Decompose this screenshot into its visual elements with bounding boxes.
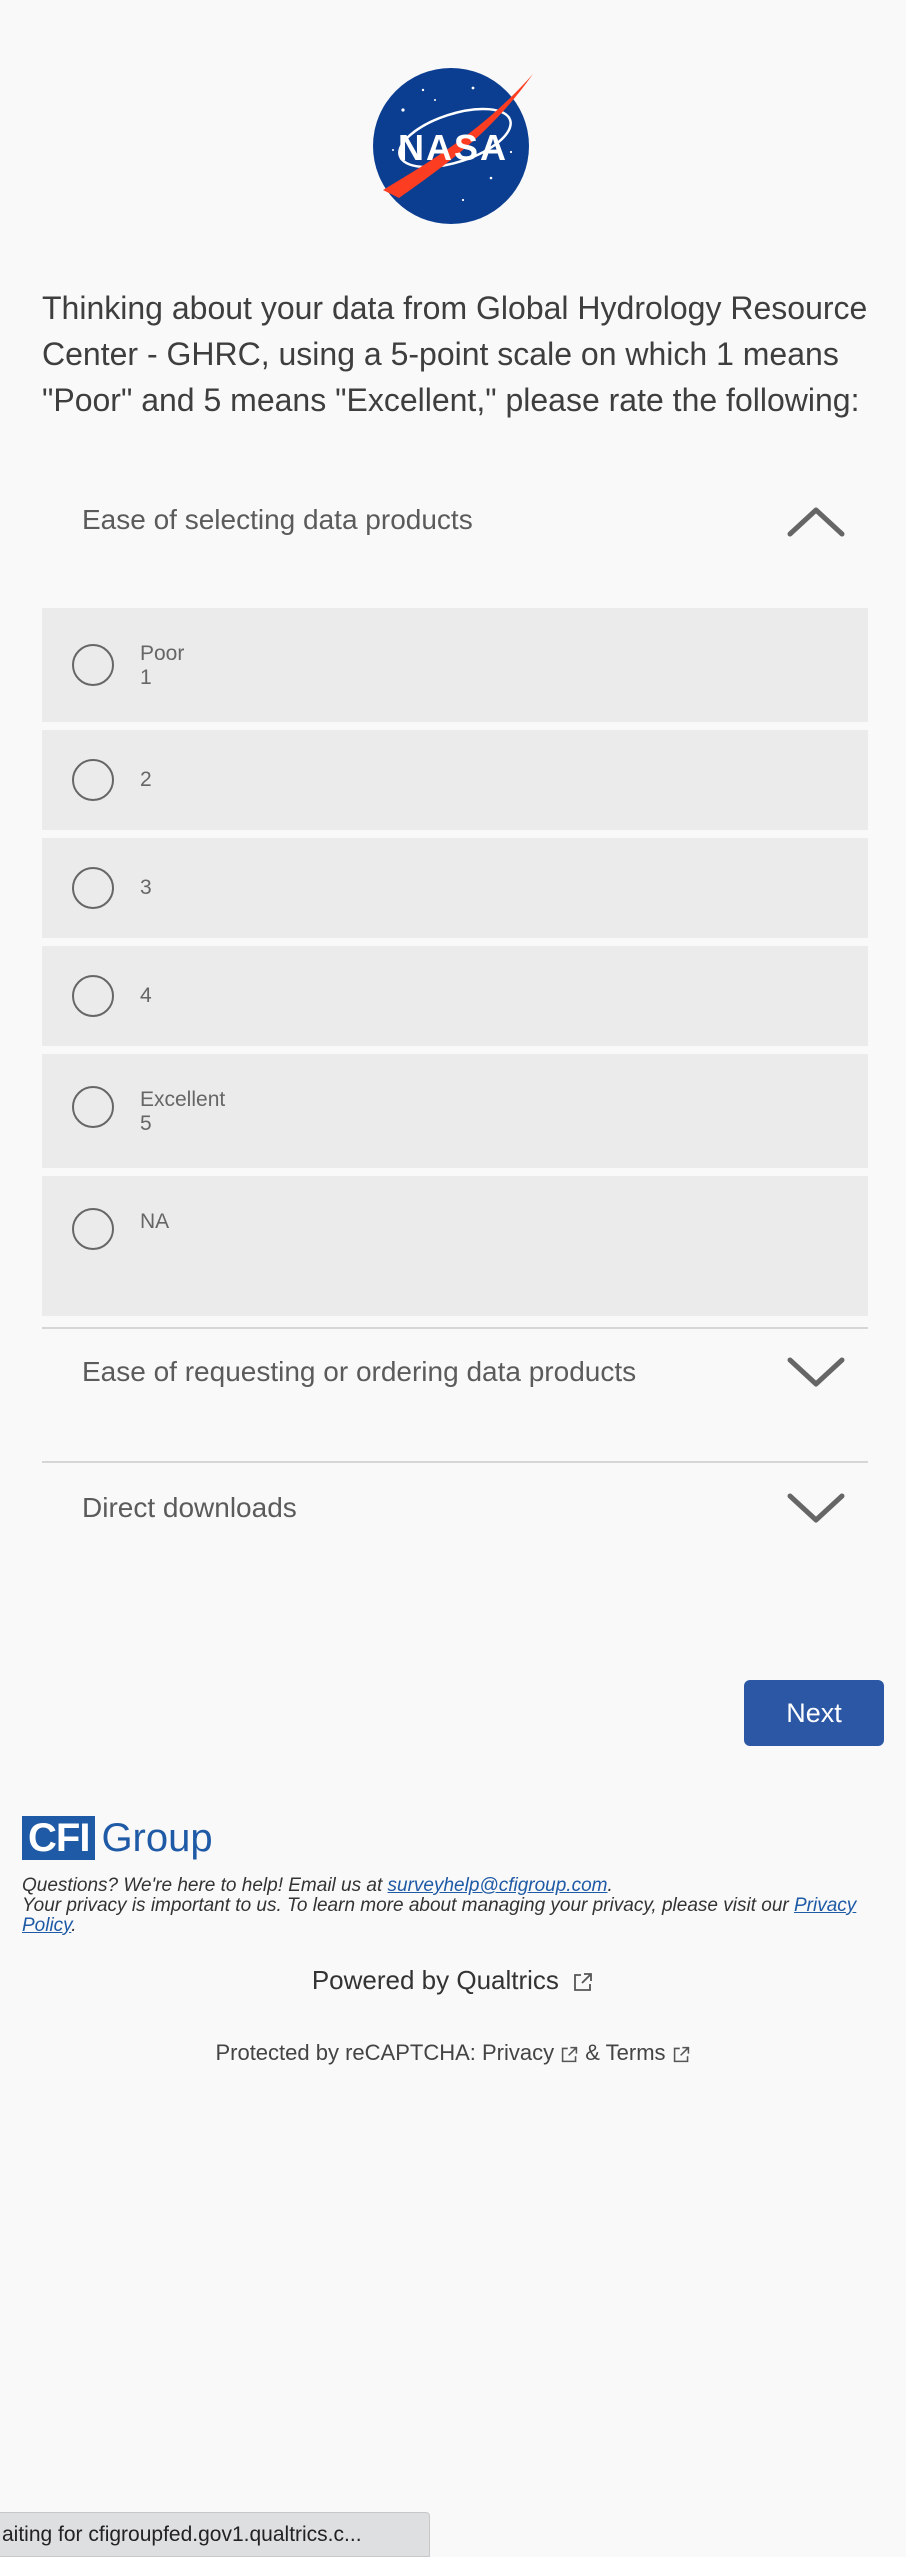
option-na[interactable]: NA xyxy=(42,1176,868,1316)
accordion-label: Ease of selecting data products xyxy=(82,504,473,535)
recaptcha-prefix: Protected by reCAPTCHA: xyxy=(215,2040,482,2065)
accordion-label: Direct downloads xyxy=(82,1492,297,1523)
radio-button[interactable] xyxy=(72,1208,114,1250)
privacy-suffix: . xyxy=(71,1915,77,1936)
chevron-down-icon[interactable] xyxy=(786,1354,846,1390)
external-link-icon xyxy=(574,1973,593,1992)
cfi-group-logo: CFI Group xyxy=(22,1813,213,1863)
browser-status-bar: aiting for cfigroupfed.gov1.qualtrics.c.… xyxy=(0,2512,430,2557)
option-value: 1 xyxy=(140,666,152,689)
powered-by-qualtrics[interactable]: Powered by Qualtrics xyxy=(0,1965,906,1996)
accordion-item-ordering[interactable]: Ease of requesting or ordering data prod… xyxy=(42,1309,868,1435)
nasa-logo-text: NASA xyxy=(398,127,508,168)
recaptcha-terms-link[interactable]: Terms xyxy=(606,2040,666,2065)
accordion-header-downloads[interactable]: Direct downloads xyxy=(42,1445,868,1571)
radio-button[interactable] xyxy=(72,759,114,801)
nasa-logo: NASA xyxy=(0,60,906,235)
radio-button[interactable] xyxy=(72,867,114,909)
radio-button[interactable] xyxy=(72,1086,114,1128)
option-2[interactable]: 2 xyxy=(42,730,868,830)
radio-button[interactable] xyxy=(72,644,114,686)
help-prefix: Questions? We're here to help! Email us … xyxy=(22,1875,388,1896)
option-value: 5 xyxy=(140,1112,152,1135)
accordion-item-selecting[interactable]: Ease of selecting data products xyxy=(42,457,868,583)
recaptcha-privacy-link[interactable]: Privacy xyxy=(482,2040,554,2065)
powered-label: Powered by Qualtrics xyxy=(311,1965,559,1995)
chevron-up-icon[interactable] xyxy=(786,502,846,538)
option-label: 3 xyxy=(140,876,152,899)
option-label: NA xyxy=(140,1210,170,1233)
option-excellent[interactable]: Excellent 5 xyxy=(42,1054,868,1168)
accordion-header-selecting[interactable]: Ease of selecting data products xyxy=(42,457,868,583)
accordion-item-downloads[interactable]: Direct downloads xyxy=(42,1445,868,1571)
privacy-prefix: Your privacy is important to us. To lear… xyxy=(22,1895,794,1916)
option-label: Excellent xyxy=(140,1088,226,1111)
rating-options: Poor 1 2 3 4 Excellent 5 NA xyxy=(42,608,868,1324)
option-4[interactable]: 4 xyxy=(42,946,868,1046)
accordion-label: Ease of requesting or ordering data prod… xyxy=(82,1356,637,1387)
support-email-link[interactable]: surveyhelp@cfigroup.com xyxy=(388,1875,608,1896)
help-suffix: . xyxy=(607,1875,613,1896)
external-link-icon xyxy=(673,2046,689,2062)
option-label: 4 xyxy=(140,984,152,1007)
cfi-logo-word: Group xyxy=(101,1815,213,1860)
next-button[interactable]: Next xyxy=(744,1680,884,1746)
external-link-icon xyxy=(561,2046,578,2062)
option-label: 2 xyxy=(140,768,152,791)
recaptcha-notice: Protected by reCAPTCHA: Privacy & Terms xyxy=(0,2040,906,2066)
accordion-header-ordering[interactable]: Ease of requesting or ordering data prod… xyxy=(42,1309,868,1435)
radio-button[interactable] xyxy=(72,975,114,1017)
cfi-logo-box: CFI xyxy=(22,1816,96,1860)
option-label: Poor xyxy=(140,642,185,665)
option-poor[interactable]: Poor 1 xyxy=(42,608,868,722)
question-text: Thinking about your data from Global Hyd… xyxy=(42,290,868,418)
option-3[interactable]: 3 xyxy=(42,838,868,938)
help-text: Questions? We're here to help! Email us … xyxy=(22,1876,886,1936)
recaptcha-and: & xyxy=(579,2040,606,2065)
chevron-down-icon[interactable] xyxy=(786,1490,846,1526)
